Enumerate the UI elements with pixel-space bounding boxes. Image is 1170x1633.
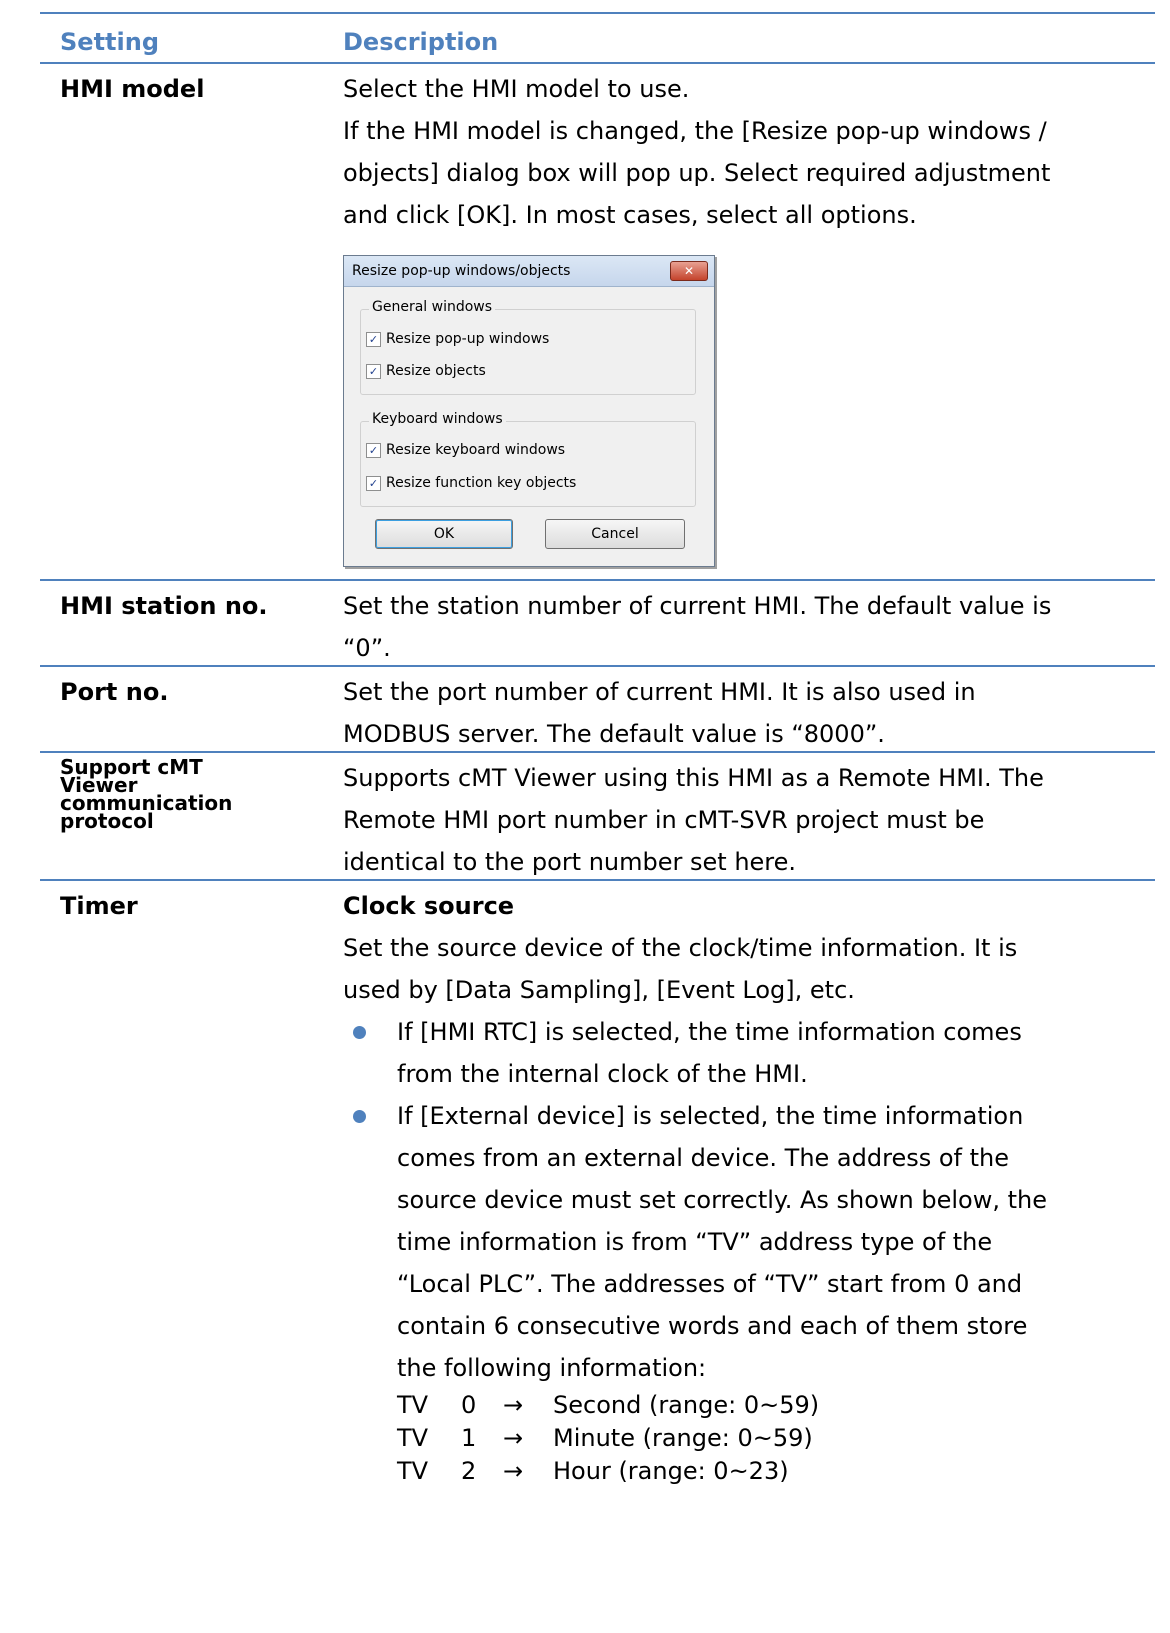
- general-windows-group: General windows: [360, 299, 696, 395]
- desc-line: Remote HMI port number in cMT-SVR projec…: [343, 806, 985, 834]
- tv-entry: TV 2 → Hour (range: 0~23): [397, 1455, 1143, 1488]
- row-rule: [40, 751, 1155, 753]
- bullet-icon: [353, 1026, 366, 1039]
- top-rule: [40, 12, 1155, 14]
- desc-line: Supports cMT Viewer using this HMI as a …: [343, 764, 1044, 792]
- hmi-model-description: Select the HMI model to use. If the HMI …: [343, 68, 1143, 236]
- checkbox-label: Resize keyboard windows: [386, 442, 566, 458]
- resize-popup-checkbox[interactable]: ✓ Resize pop-up windows: [366, 331, 549, 347]
- tv-address: 2: [461, 1457, 477, 1485]
- cancel-button[interactable]: Cancel: [545, 519, 685, 549]
- desc-line: If [External device] is selected, the ti…: [397, 1102, 1024, 1130]
- tv-info: Hour (range: 0~23): [553, 1457, 789, 1485]
- dialog-titlebar: Resize pop-up windows/objects ✕: [344, 256, 714, 287]
- checkbox-label: Resize pop-up windows: [386, 331, 550, 347]
- desc-line: identical to the port number set here.: [343, 848, 797, 876]
- checkbox-icon: ✓: [366, 475, 381, 491]
- arrow-icon: →: [503, 1424, 524, 1452]
- resize-function-key-checkbox[interactable]: ✓ Resize function key objects: [366, 475, 576, 491]
- desc-line: the following information:: [397, 1354, 707, 1382]
- bullet-icon: [353, 1110, 366, 1123]
- tv-entry: TV 1 → Minute (range: 0~59): [397, 1422, 1143, 1455]
- header-rule: [40, 62, 1155, 64]
- desc-line: If the HMI model is changed, the [Resize…: [343, 117, 1047, 145]
- desc-line: comes from an external device. The addre…: [397, 1144, 1009, 1172]
- timer-description: Clock source Set the source device of th…: [343, 885, 1143, 1488]
- checkbox-icon: ✓: [366, 331, 381, 347]
- desc-line: Set the port number of current HMI. It i…: [343, 678, 976, 706]
- port-description: Set the port number of current HMI. It i…: [343, 671, 1143, 755]
- row-rule: [40, 879, 1155, 881]
- tv-entry: TV 0 → Second (range: 0~59): [397, 1389, 1143, 1422]
- desc-line: contain 6 consecutive words and each of …: [397, 1312, 1028, 1340]
- desc-line: Set the station number of current HMI. T…: [343, 592, 1052, 620]
- setting-timer: Timer: [60, 892, 138, 920]
- clock-source-heading: Clock source: [343, 892, 515, 920]
- tv-type: TV: [397, 1391, 429, 1419]
- bullet-external-device: If [External device] is selected, the ti…: [343, 1095, 1143, 1488]
- desc-line: “0”.: [343, 634, 391, 662]
- bullet-hmi-rtc: If [HMI RTC] is selected, the time infor…: [343, 1011, 1143, 1095]
- station-description: Set the station number of current HMI. T…: [343, 585, 1143, 669]
- tv-info: Minute (range: 0~59): [553, 1424, 813, 1452]
- resize-objects-checkbox[interactable]: ✓ Resize objects: [366, 363, 486, 379]
- desc-line: “Local PLC”. The addresses of “TV” start…: [397, 1270, 1023, 1298]
- setting-hmi-station: HMI station no.: [60, 592, 268, 620]
- desc-line: If [HMI RTC] is selected, the time infor…: [397, 1018, 1022, 1046]
- checkbox-icon: ✓: [366, 363, 381, 379]
- row-rule: [40, 665, 1155, 667]
- desc-line: and click [OK]. In most cases, select al…: [343, 201, 917, 229]
- desc-line: source device must set correctly. As sho…: [397, 1186, 1048, 1214]
- desc-line: from the internal clock of the HMI.: [397, 1060, 808, 1088]
- cmt-description: Supports cMT Viewer using this HMI as a …: [343, 757, 1143, 883]
- resize-keyboard-checkbox[interactable]: ✓ Resize keyboard windows: [366, 442, 565, 458]
- resize-dialog: Resize pop-up windows/objects ✕ General …: [343, 255, 715, 567]
- description-header: Description: [343, 28, 499, 56]
- dialog-title: Resize pop-up windows/objects: [352, 263, 571, 279]
- setting-hmi-model: HMI model: [60, 75, 205, 103]
- setting-cmt-viewer: Support cMT Viewer communication protoco…: [60, 757, 232, 831]
- close-icon[interactable]: ✕: [670, 261, 708, 281]
- desc-line: used by [Data Sampling], [Event Log], et…: [343, 976, 855, 1004]
- tv-type: TV: [397, 1457, 429, 1485]
- general-windows-label: General windows: [369, 299, 496, 315]
- desc-line: time information is from “TV” address ty…: [397, 1228, 993, 1256]
- keyboard-windows-label: Keyboard windows: [369, 411, 506, 427]
- setting-header: Setting: [60, 28, 159, 56]
- desc-line: objects] dialog box will pop up. Select …: [343, 159, 1051, 187]
- tv-type: TV: [397, 1424, 429, 1452]
- setting-port-no: Port no.: [60, 678, 169, 706]
- arrow-icon: →: [503, 1457, 524, 1485]
- tv-address: 0: [461, 1391, 477, 1419]
- arrow-icon: →: [503, 1391, 524, 1419]
- checkbox-label: Resize function key objects: [386, 475, 577, 491]
- checkbox-label: Resize objects: [386, 363, 486, 379]
- desc-line: Select the HMI model to use.: [343, 75, 690, 103]
- checkbox-icon: ✓: [366, 442, 381, 458]
- ok-button[interactable]: OK: [375, 519, 513, 549]
- tv-address: 1: [461, 1424, 477, 1452]
- row-rule: [40, 579, 1155, 581]
- keyboard-windows-group: Keyboard windows: [360, 411, 696, 507]
- tv-info: Second (range: 0~59): [553, 1391, 820, 1419]
- desc-line: MODBUS server. The default value is “800…: [343, 720, 885, 748]
- desc-line: Set the source device of the clock/time …: [343, 934, 1018, 962]
